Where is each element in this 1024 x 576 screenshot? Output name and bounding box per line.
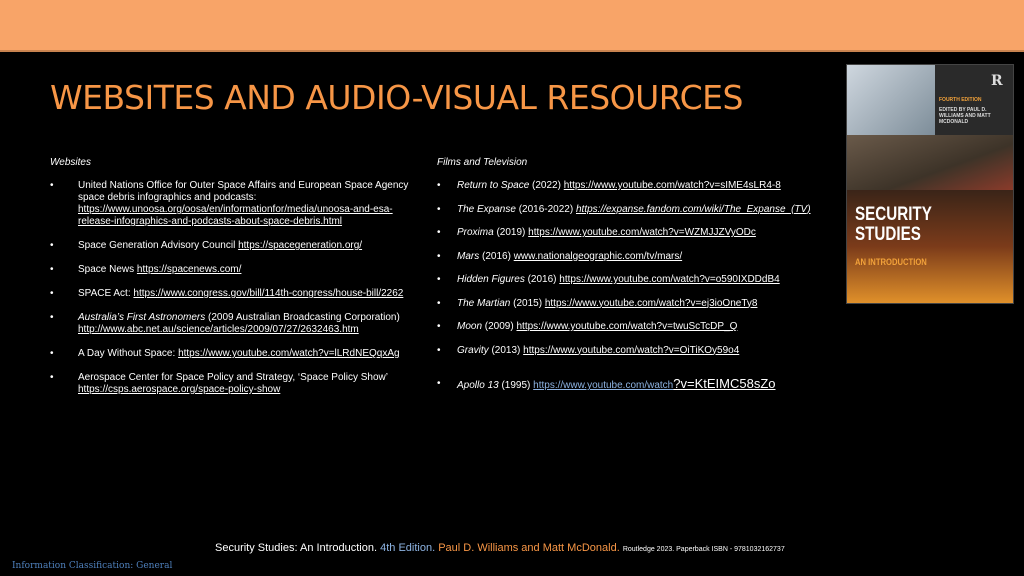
apollo-13-link[interactable]: https://www.youtube.com/watch (533, 380, 673, 391)
sgac-link[interactable]: https://spacegeneration.org/ (238, 240, 362, 251)
bullet-icon: • (50, 180, 54, 191)
list-item: • Apollo 13 (1995) https://www.youtube.co… (437, 376, 776, 391)
mars-link[interactable]: www.nationalgeographic.com/tv/mars/ (514, 251, 682, 262)
proxima-link[interactable]: https://www.youtube.com/watch?v=WZMJJZVy… (528, 227, 756, 238)
book-editors: EDITED BY PAUL D. WILLIAMS AND MATT MCDO… (939, 107, 991, 125)
list-item: • United Nations Office for Outer Space A… (50, 180, 409, 227)
book-title: SECURITY STUDIES (855, 204, 932, 245)
list-item: • A Day Without Space: https://www.youtub… (50, 348, 400, 359)
the-expanse-link[interactable]: https://expanse.fandom.com/wiki/The_Expa… (576, 204, 811, 215)
cover-photo-meeting (847, 135, 1013, 190)
book-cover: R FOURTH EDITION EDITED BY PAUL D. WILLI… (846, 64, 1014, 304)
space-act-link[interactable]: https://www.congress.gov/bill/114th-cong… (133, 288, 403, 299)
films-heading: Films and Television (437, 157, 528, 168)
list-item: • Mars (2016) www.nationalgeographic.com/… (437, 250, 683, 262)
the-martian-link[interactable]: https://www.youtube.com/watch?v=ej3ioOne… (545, 298, 758, 309)
spacenews-link[interactable]: https://spacenews.com/ (137, 264, 242, 275)
classification-label: Information Classification: General (12, 561, 173, 571)
return-to-space-link[interactable]: https://www.youtube.com/watch?v=sIME4sLR… (564, 180, 781, 191)
list-item: • Aerospace Center for Space Policy and S… (50, 372, 388, 395)
bullet-icon: • (437, 297, 441, 309)
footer-citation: Security Studies: An Introduction. 4th E… (215, 542, 785, 554)
list-item: • Australia’s First Astronomers (2009 Aus… (50, 312, 400, 335)
bullet-icon: • (437, 321, 441, 332)
websites-heading: Websites (50, 157, 91, 168)
list-item: • Space News https://spacenews.com/ (50, 264, 242, 275)
bullet-icon: • (50, 312, 54, 323)
bullet-icon: • (50, 240, 54, 251)
bullet-icon: • (437, 250, 441, 262)
list-item: • Moon (2009) https://www.youtube.com/wat… (437, 321, 738, 332)
list-item: • Gravity (2013) https://www.youtube.com/… (437, 344, 740, 356)
routledge-logo: R (991, 73, 1003, 89)
hidden-figures-link[interactable]: https://www.youtube.com/watch?v=o590IXDD… (559, 274, 779, 285)
list-item: • Hidden Figures (2016) https://www.youtu… (437, 274, 780, 285)
bullet-icon: • (437, 227, 441, 238)
bullet-icon: • (50, 288, 54, 299)
list-item: • Return to Space (2022) https://www.yout… (437, 180, 781, 191)
book-subtitle: AN INTRODUCTION (855, 257, 927, 267)
bullet-icon: • (50, 348, 54, 359)
list-item: • Proxima (2019) https://www.youtube.com/… (437, 227, 756, 238)
top-banner (0, 0, 1024, 52)
websites-list: • United Nations Office for Outer Space A… (50, 180, 410, 408)
bullet-icon: • (50, 372, 54, 383)
list-item: • The Expanse (2016-2022) https://expanse… (437, 203, 811, 215)
moon-link[interactable]: https://www.youtube.com/watch?v=twuScTcD… (516, 321, 737, 332)
bullet-icon: • (437, 203, 441, 215)
list-item: • Space Generation Advisory Council https… (50, 240, 363, 251)
list-item: • The Martian (2015) https://www.youtube.… (437, 297, 758, 309)
films-list: • Return to Space (2022) https://www.yout… (437, 180, 857, 402)
apollo-13-link-query[interactable]: ?v=KtEIMC58sZo (673, 376, 775, 391)
abc-link[interactable]: http://www.abc.net.au/science/articles/2… (78, 324, 359, 335)
bullet-icon: • (437, 378, 441, 389)
bullet-icon: • (437, 180, 441, 191)
page-title: WEBSITES AND AUDIO-VISUAL RESOURCES (50, 78, 743, 117)
day-without-space-link[interactable]: https://www.youtube.com/watch?v=lLRdNEQq… (178, 348, 400, 359)
cover-photo-medic (847, 65, 935, 135)
book-edition: FOURTH EDITION (939, 97, 982, 103)
bullet-icon: • (50, 264, 54, 275)
list-item: • SPACE Act: https://www.congress.gov/bil… (50, 288, 404, 299)
space-policy-show-link[interactable]: https://csps.aerospace.org/space-policy-… (78, 384, 280, 395)
bullet-icon: • (437, 274, 441, 285)
unoosa-link[interactable]: https://www.unoosa.org/oosa/en/informati… (78, 204, 393, 227)
gravity-link[interactable]: https://www.youtube.com/watch?v=OiTiKOy5… (523, 345, 739, 356)
bullet-icon: • (437, 344, 441, 356)
